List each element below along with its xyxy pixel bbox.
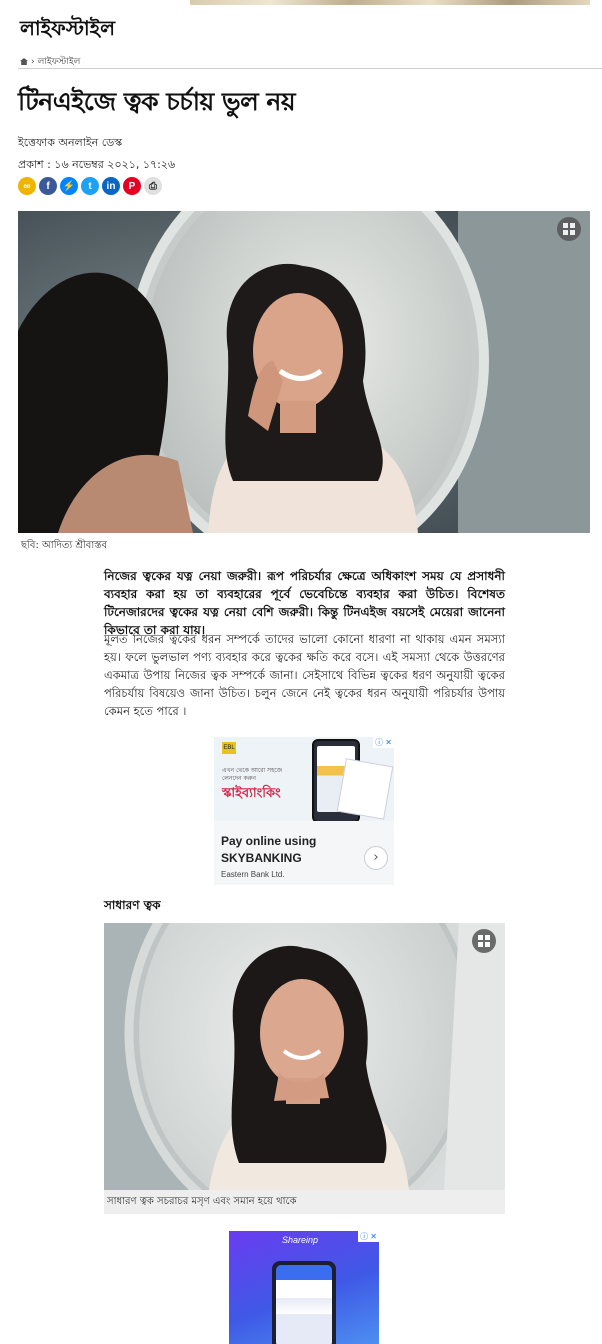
gallery-icon[interactable] <box>557 217 581 241</box>
divider <box>18 68 602 69</box>
ad-cta-line2: SKYBANKING <box>221 851 302 865</box>
ad-small-text: এখন থেকে আরো সহজে লেনদেন করুন <box>222 767 283 782</box>
facebook-icon[interactable]: f <box>39 177 57 195</box>
messenger-icon[interactable]: ⚡ <box>60 177 78 195</box>
article-photo-illustration <box>18 211 590 533</box>
article-photo-illustration <box>104 923 505 1190</box>
breadcrumb-separator: › <box>31 56 35 67</box>
ad-banner[interactable]: ⓘ ✕ EBL এখন থেকে আরো সহজে লেনদেন করুন স্… <box>214 737 394 885</box>
home-icon[interactable] <box>20 58 28 65</box>
ad-headline: স্কাইব্যাংকিং <box>222 786 281 801</box>
section-title[interactable]: লাইফস্টাইল <box>20 14 115 47</box>
ad-banner[interactable]: ⓘ ✕ Shareinp <box>229 1231 379 1344</box>
photo-caption: ছবি: আদিত্য শ্রীবাস্তব <box>21 540 108 551</box>
masthead-strip <box>190 0 590 5</box>
article-photo[interactable] <box>18 211 590 533</box>
article-paragraph: মূলত নিজের ত্বকের ধরন সম্পর্কে তাদের ভাল… <box>104 632 505 718</box>
pinterest-icon[interactable]: P <box>123 177 141 195</box>
chevron-right-icon[interactable]: › <box>364 846 388 870</box>
ad-close-icon[interactable]: ⓘ ✕ <box>358 1231 379 1242</box>
linkedin-icon[interactable]: in <box>102 177 120 195</box>
share-bar: ∞ f ⚡ t in P ⎙ <box>18 177 162 195</box>
article-photo[interactable] <box>104 923 505 1190</box>
page-title: টিনএইজে ত্বক চর্চায় ভুল নয় <box>18 87 296 116</box>
photo-caption: সাধারণ ত্বক সচরাচর মসৃণ এবং সমান হয়ে থা… <box>104 1190 505 1214</box>
article-lead: নিজের ত্বকের যত্ন নেয়া জরুরী। রূপ পরিচর… <box>104 569 505 637</box>
breadcrumb-current[interactable]: লাইফস্টাইল <box>38 54 81 69</box>
print-icon[interactable]: ⎙ <box>144 177 162 195</box>
gallery-icon[interactable] <box>472 929 496 953</box>
ad-close-icon[interactable]: ⓘ ✕ <box>373 737 394 748</box>
link-icon[interactable]: ∞ <box>18 177 36 195</box>
breadcrumb: › লাইফস্টাইল <box>20 54 80 69</box>
phone-icon <box>272 1261 336 1344</box>
ad-brand: Shareinp <box>282 1235 319 1245</box>
ad-cta-line1: Pay online using <box>221 834 317 848</box>
byline[interactable]: ইত্তেফাক অনলাইন ডেস্ক <box>18 134 122 153</box>
twitter-icon[interactable]: t <box>81 177 99 195</box>
section-subheading: সাধারণ ত্বক <box>104 898 161 912</box>
ad-sponsor: Eastern Bank Ltd. <box>221 870 285 879</box>
ad-card-illustration <box>336 758 394 820</box>
publish-date: প্রকাশ : ১৬ নভেম্বর ২০২১, ১৭:২৬ <box>18 158 176 171</box>
ad-logo-icon: EBL <box>222 742 236 754</box>
